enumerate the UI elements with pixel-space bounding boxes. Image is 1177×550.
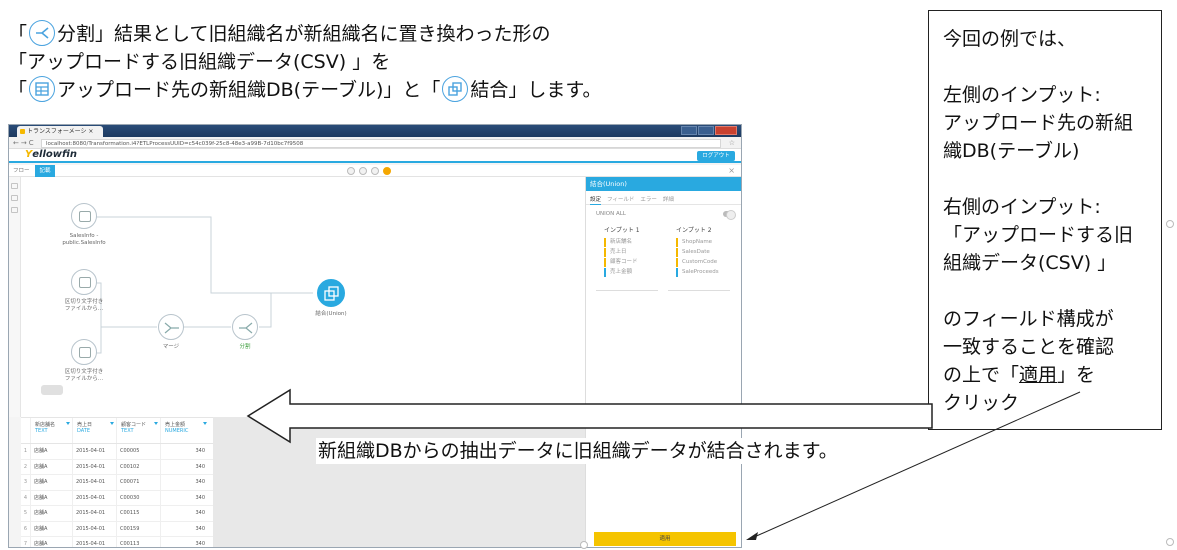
annotation-overlay [246, 388, 1081, 540]
pointer-arrowhead [746, 532, 758, 540]
edge-handle-icon [1166, 538, 1174, 546]
left-arrow [246, 388, 933, 444]
caption-text: 新組織DBからの抽出データに旧組織データが結合されます。 [316, 438, 840, 464]
edge-handle-icon [1166, 220, 1174, 228]
edge-handle-icon [580, 541, 588, 549]
